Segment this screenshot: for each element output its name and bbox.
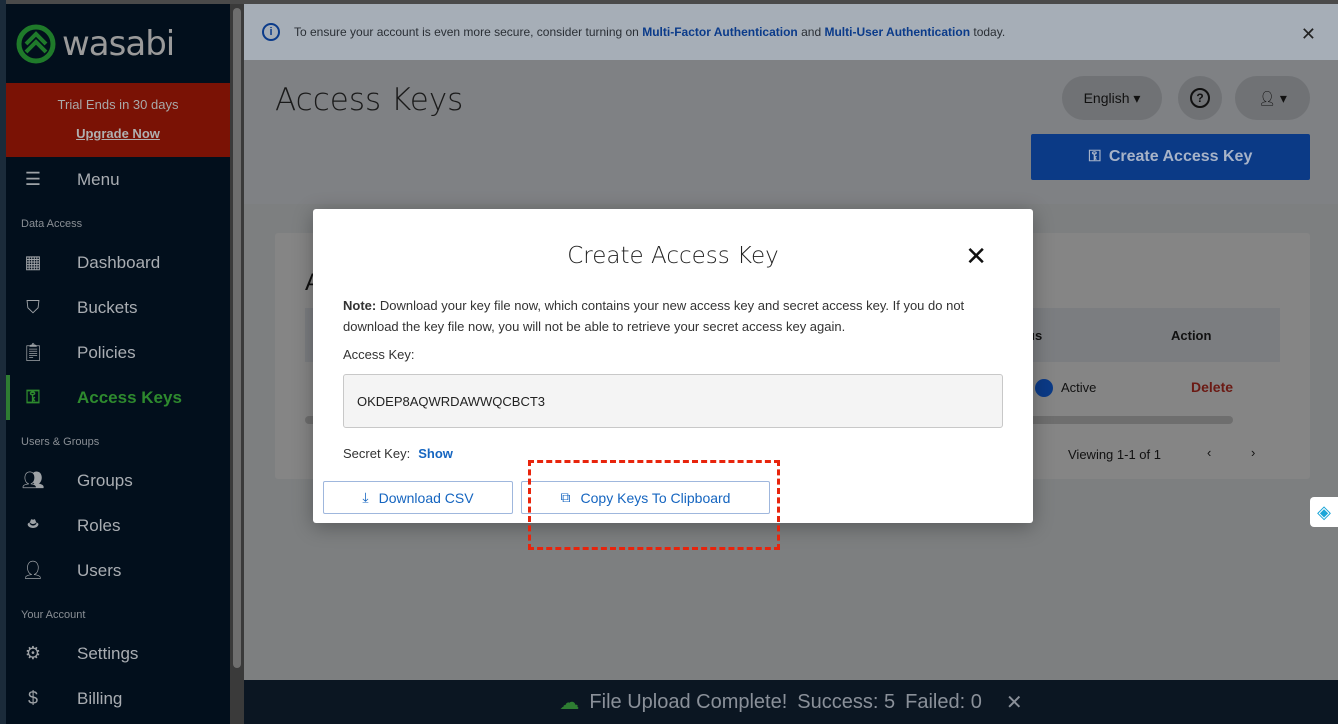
secret-key-row: Secret Key: Show bbox=[343, 446, 453, 461]
key-icon: ⚿ bbox=[1088, 148, 1101, 165]
close-modal-icon[interactable]: ✕ bbox=[965, 241, 987, 272]
create-access-key-label: Create Access Key bbox=[1108, 148, 1253, 165]
key-icon: ⚿ bbox=[26, 387, 40, 407]
user-icon: 👤︎ bbox=[1258, 89, 1276, 106]
language-select[interactable]: English ▾ bbox=[1062, 76, 1162, 120]
prev-page-icon[interactable]: ‹ bbox=[1207, 445, 1211, 460]
page-header: Access Keys English ▾ ? 👤︎ ▾ ⚿ Create Acc… bbox=[244, 60, 1338, 204]
sidebar-item-label: Buckets bbox=[77, 297, 138, 317]
note-label: Note: bbox=[343, 298, 377, 313]
access-key-field[interactable]: OKDEP8AQWRDAWWQCBCT3 bbox=[343, 374, 1003, 428]
sidebar-item-roles[interactable]: 🎩︎ Roles bbox=[6, 503, 230, 548]
section-your-account: Your Account bbox=[21, 609, 86, 621]
page-title: Access Keys bbox=[275, 82, 464, 118]
cloud-check-icon: ☁ bbox=[559, 691, 580, 714]
menu-toggle[interactable]: ☰ Menu bbox=[6, 157, 230, 202]
sidebar-item-label: Access Keys bbox=[77, 387, 182, 407]
gear-icon: ⚙ bbox=[24, 643, 42, 663]
download-csv-label: Download CSV bbox=[378, 489, 474, 506]
create-access-key-button[interactable]: ⚿ Create Access Key bbox=[1031, 134, 1310, 180]
sidebar-item-groups[interactable]: 👥︎ Groups bbox=[6, 458, 230, 503]
mua-link[interactable]: Multi-User Authentication bbox=[824, 25, 970, 39]
mfa-link[interactable]: Multi-Factor Authentication bbox=[642, 25, 798, 39]
sidebar-item-label: Policies bbox=[77, 342, 136, 362]
sidebar-item-label: Billing bbox=[77, 688, 123, 708]
upload-toast: ☁ File Upload Complete! Success: 5 Faile… bbox=[244, 680, 1338, 724]
caret-down-icon: ▾ bbox=[1279, 89, 1287, 106]
pagination-info: Viewing 1-1 of 1 bbox=[1068, 447, 1161, 462]
help-icon: ? bbox=[1190, 88, 1210, 108]
trial-banner: Trial Ends in 30 days Upgrade Now bbox=[6, 83, 230, 157]
hamburger-icon: ☰ bbox=[24, 169, 42, 189]
status-text: Active bbox=[1061, 380, 1097, 395]
trial-text: Trial Ends in 30 days bbox=[57, 97, 179, 112]
sidebar-item-label: Roles bbox=[77, 515, 121, 535]
sidebar-item-label: Groups bbox=[77, 470, 133, 490]
highlight-annotation bbox=[528, 460, 780, 550]
dollar-icon: $ bbox=[27, 688, 38, 708]
note-text: Download your key file now, which contai… bbox=[343, 298, 965, 334]
sidebar-item-label: Users bbox=[77, 560, 122, 580]
sidebar-item-policies[interactable]: 📋︎ Policies bbox=[6, 330, 230, 375]
sidebar-item-users[interactable]: 👤︎ Users bbox=[6, 548, 230, 593]
access-key-label: Access Key: bbox=[343, 347, 415, 362]
sidebar-item-label: Settings bbox=[77, 643, 139, 663]
status-toggle[interactable] bbox=[1035, 379, 1053, 397]
menu-label: Menu bbox=[77, 169, 120, 189]
bucket-icon: ⛉ bbox=[26, 297, 40, 317]
toast-title: File Upload Complete! bbox=[589, 690, 788, 713]
toast-failed: Failed: 0 bbox=[905, 690, 982, 713]
sidebar-scrollbar[interactable] bbox=[230, 4, 244, 724]
secret-key-label: Secret Key: bbox=[343, 446, 411, 461]
security-banner: i To ensure your account is even more se… bbox=[244, 4, 1338, 60]
sidebar-item-label: Dashboard bbox=[77, 252, 161, 272]
wasabi-logo[interactable]: wasabi bbox=[6, 4, 230, 83]
next-page-icon[interactable]: › bbox=[1251, 445, 1255, 460]
language-label: English bbox=[1083, 90, 1130, 106]
sidebar-item-billing[interactable]: $ Billing bbox=[6, 676, 230, 721]
brand-name: wasabi bbox=[62, 23, 175, 64]
sidebar-item-access-keys[interactable]: ⚿ Access Keys bbox=[6, 375, 230, 420]
action-column-header: Action bbox=[1171, 328, 1212, 343]
banner-text: and bbox=[801, 25, 822, 39]
wasabi-leaf-icon bbox=[16, 24, 56, 63]
scrollbar-thumb[interactable] bbox=[233, 8, 241, 668]
download-csv-button[interactable]: ⤓ Download CSV bbox=[323, 481, 513, 514]
sidebar-item-buckets[interactable]: ⛉ Buckets bbox=[6, 285, 230, 330]
users-icon: 👤︎ bbox=[21, 560, 45, 580]
groups-icon: 👥︎ bbox=[21, 470, 45, 490]
help-button[interactable]: ? bbox=[1178, 76, 1222, 120]
toast-success: Success: 5 bbox=[797, 690, 896, 713]
close-toast-icon[interactable]: ✕ bbox=[1006, 690, 1023, 715]
clipboard-icon: 📋︎ bbox=[21, 342, 45, 362]
sidebar-item-settings[interactable]: ⚙ Settings bbox=[6, 631, 230, 676]
assistant-widget[interactable]: ◈ bbox=[1310, 497, 1338, 527]
banner-text: To ensure your account is even more secu… bbox=[294, 25, 639, 39]
close-banner-icon[interactable]: ✕ bbox=[1301, 24, 1316, 45]
download-icon: ⤓ bbox=[362, 489, 369, 505]
delete-link[interactable]: Delete bbox=[1191, 379, 1233, 395]
upgrade-now-link[interactable]: Upgrade Now bbox=[6, 126, 230, 141]
modal-note: Note: Download your key file now, which … bbox=[343, 295, 1003, 337]
caret-down-icon: ▾ bbox=[1133, 89, 1141, 106]
assistant-icon: ◈ bbox=[1317, 501, 1331, 522]
dashboard-icon: ▦ bbox=[24, 252, 42, 272]
modal-title: Create Access Key bbox=[567, 243, 779, 269]
hat-icon: 🎩︎ bbox=[27, 514, 39, 534]
sidebar-item-dashboard[interactable]: ▦ Dashboard bbox=[6, 240, 230, 285]
account-menu-button[interactable]: 👤︎ ▾ bbox=[1235, 76, 1310, 120]
section-users-groups: Users & Groups bbox=[21, 436, 100, 448]
show-secret-link[interactable]: Show bbox=[418, 446, 453, 461]
info-icon: i bbox=[262, 23, 280, 41]
section-data-access: Data Access bbox=[21, 218, 83, 230]
banner-text: today. bbox=[973, 25, 1006, 39]
sidebar: wasabi Trial Ends in 30 days Upgrade Now… bbox=[6, 4, 230, 724]
